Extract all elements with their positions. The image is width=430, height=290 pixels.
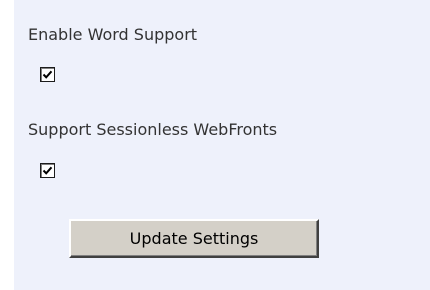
settings-panel: Enable Word Support Support Sessionless …: [14, 0, 430, 290]
checkmark-icon: [42, 166, 53, 175]
enable-word-support-label: Enable Word Support: [28, 25, 198, 44]
update-settings-button[interactable]: Update Settings: [69, 219, 319, 258]
checkmark-icon: [42, 70, 53, 79]
enable-word-support-checkbox[interactable]: [40, 67, 55, 82]
support-sessionless-webfronts-checkbox[interactable]: [40, 163, 55, 178]
support-sessionless-webfronts-label: Support Sessionless WebFronts: [28, 120, 278, 139]
